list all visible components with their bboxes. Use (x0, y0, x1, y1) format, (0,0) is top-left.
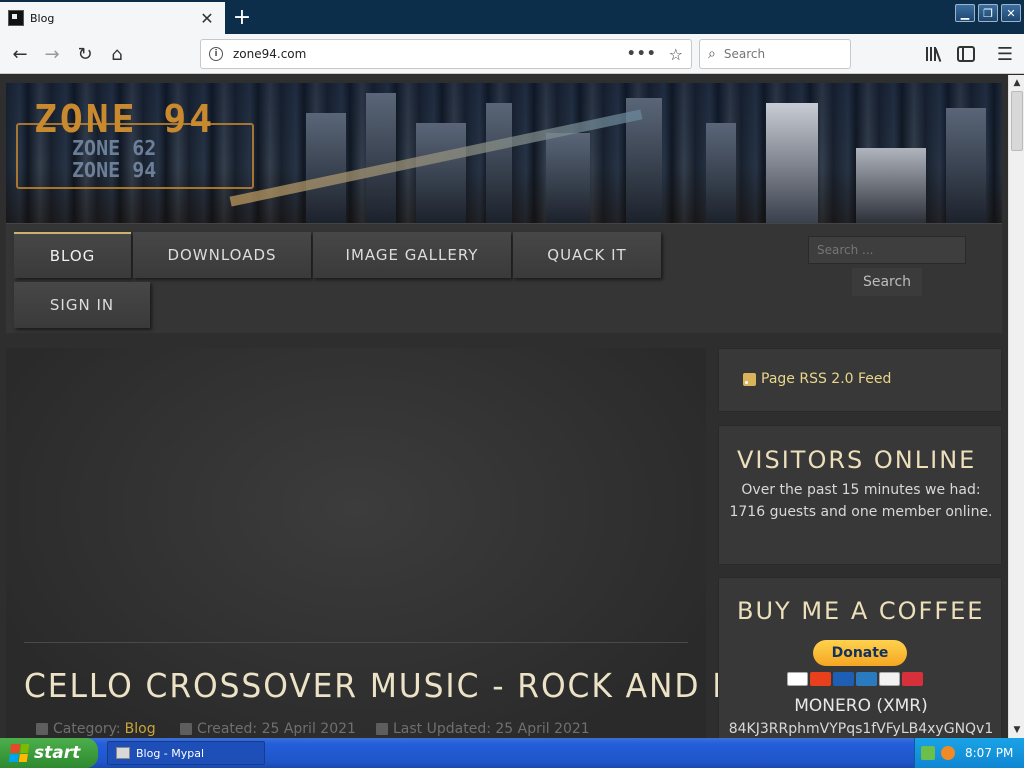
scroll-thumb[interactable] (1011, 91, 1023, 151)
main-menu: BLOG DOWNLOADS IMAGE GALLERY QUACK IT SI… (6, 223, 1002, 333)
taskbar: start Blog - Mypal 8:07 PM (0, 738, 1024, 768)
maximize-window-button[interactable]: ❐ (978, 4, 998, 22)
scroll-up-icon[interactable]: ▲ (1009, 75, 1024, 91)
category-link[interactable]: Blog (125, 721, 156, 737)
article-title[interactable]: CELLO CROSSOVER MUSIC - ROCK AND METAL (24, 666, 824, 705)
visitors-title: VISITORS ONLINE (737, 446, 977, 474)
browser-tab-bar: Blog ✕ + ▁ ❐ ✕ (0, 0, 1024, 34)
site-logo[interactable]: ZONE 94 (34, 97, 215, 141)
favicon-icon (8, 10, 24, 26)
system-tray: 8:07 PM (914, 738, 1024, 768)
monero-label: MONERO (XMR) (794, 696, 928, 716)
rss-feed-link[interactable]: Page RSS 2.0 Feed (743, 371, 891, 387)
amex-icon (856, 672, 877, 686)
calendar-icon (376, 723, 388, 735)
sidebar-icon[interactable] (954, 42, 978, 66)
url-bar[interactable]: i zone94.com ••• ☆ (200, 39, 692, 69)
browser-search-box[interactable]: ⌕ (699, 39, 851, 69)
discover-icon (879, 672, 900, 686)
new-tab-button[interactable]: + (229, 4, 255, 30)
bookmark-star-icon[interactable]: ☆ (669, 45, 683, 64)
visa-card-icon (787, 672, 808, 686)
folder-icon (36, 723, 48, 735)
visitors-online-box: VISITORS ONLINE Over the past 15 minutes… (718, 425, 1002, 565)
windows-flag-icon (8, 744, 30, 762)
info-icon[interactable]: i (209, 47, 223, 61)
browser-search-input[interactable] (721, 46, 832, 62)
network-tray-icon[interactable] (921, 746, 935, 760)
home-icon[interactable]: ⌂ (105, 42, 129, 66)
app-tray-icon[interactable] (941, 746, 955, 760)
start-button[interactable]: start (0, 738, 98, 768)
browser-toolbar: ← → ↻ ⌂ i zone94.com ••• ☆ ⌕ ☰ (0, 34, 1024, 74)
calendar-icon (180, 723, 192, 735)
page-viewport: ZONE 94 ZONE 62 ZONE 94 BLOG DOWNLOADS I… (0, 75, 1008, 738)
maestro-icon (833, 672, 854, 686)
buy-me-a-coffee-box: BUY ME A COFFEE Donate MONERO (XMR) 84KJ… (718, 577, 1002, 738)
site-logo-sub: ZONE 62 ZONE 94 (72, 136, 157, 182)
article-category: Category: Blog (36, 721, 156, 737)
menu-item-quack-it[interactable]: QUACK IT (513, 232, 661, 278)
site-search-button[interactable]: Search (852, 268, 922, 296)
menu-icon[interactable]: ☰ (993, 42, 1017, 66)
browser-window-icon (116, 747, 130, 759)
site-banner: ZONE 94 ZONE 62 ZONE 94 (6, 83, 1002, 223)
mastercard-icon (810, 672, 831, 686)
site-search-input[interactable] (808, 236, 966, 264)
visitors-text: Over the past 15 minutes we had: 1716 gu… (729, 482, 993, 520)
article-created: Created: 25 April 2021 (180, 721, 356, 737)
payment-cards (787, 672, 923, 686)
minimize-window-button[interactable]: ▁ (955, 4, 975, 22)
page-scrollbar[interactable]: ▲ ▼ (1008, 75, 1024, 738)
tab-title: Blog (30, 11, 55, 25)
close-window-button[interactable]: ✕ (1001, 4, 1021, 22)
clock[interactable]: 8:07 PM (965, 746, 1013, 760)
menu-item-downloads[interactable]: DOWNLOADS (133, 232, 311, 278)
article-panel: CELLO CROSSOVER MUSIC - ROCK AND METAL C… (6, 348, 822, 738)
menu-item-blog[interactable]: BLOG (14, 232, 131, 278)
library-icon[interactable] (922, 42, 946, 66)
browser-tab[interactable]: Blog ✕ (0, 2, 225, 34)
menu-item-image-gallery[interactable]: IMAGE GALLERY (313, 232, 511, 278)
search-icon: ⌕ (708, 46, 716, 62)
forward-icon[interactable]: → (40, 42, 64, 66)
reload-icon[interactable]: ↻ (73, 42, 97, 66)
page-actions-icon[interactable]: ••• (627, 46, 657, 62)
rss-box: Page RSS 2.0 Feed (718, 348, 1002, 412)
coffee-title: BUY ME A COFFEE (737, 597, 985, 625)
url-text[interactable]: zone94.com (233, 47, 627, 61)
article-updated: Last Updated: 25 April 2021 (376, 721, 590, 737)
back-icon[interactable]: ← (8, 42, 32, 66)
scroll-down-icon[interactable]: ▼ (1009, 722, 1024, 738)
xmr-address[interactable]: 84KJ3RRphmVYPqs1fVFyLB4xyGNQv1 (719, 721, 1003, 737)
taskbar-window-button[interactable]: Blog - Mypal (107, 741, 265, 765)
donate-button[interactable]: Donate (813, 640, 907, 666)
menu-item-sign-in[interactable]: SIGN IN (14, 282, 150, 328)
divider (24, 642, 688, 643)
close-tab-icon[interactable]: ✕ (197, 8, 217, 28)
rss-icon (743, 372, 756, 386)
unionpay-icon (902, 672, 923, 686)
